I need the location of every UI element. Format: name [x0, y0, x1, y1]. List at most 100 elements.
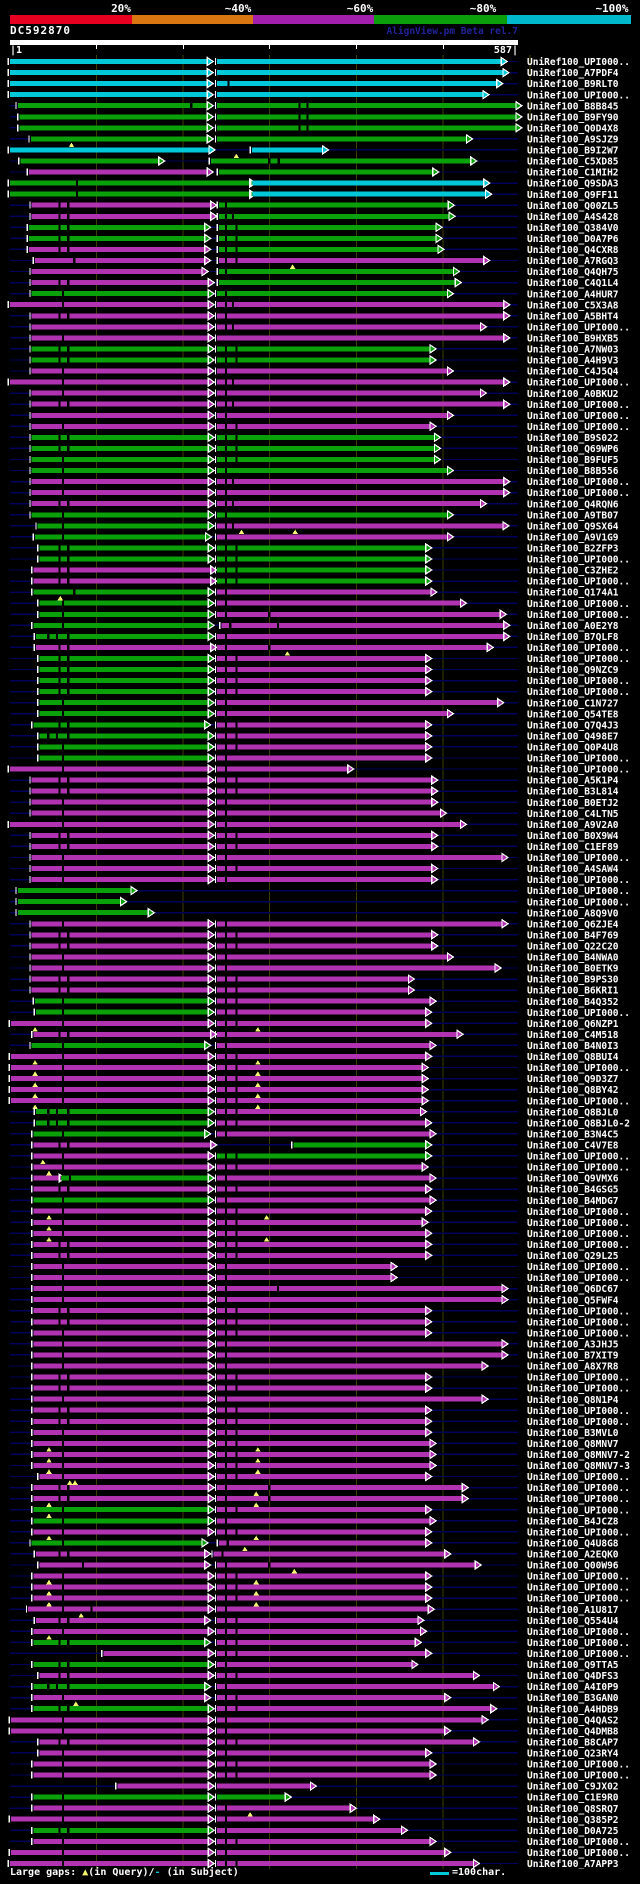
hit-row[interactable]: UniRef100_UPI000.. [10, 885, 630, 897]
hit-label[interactable]: UniRef100_UPI000.. [527, 322, 630, 333]
hit-row[interactable]: UniRef100_UPI000.. [10, 1637, 630, 1649]
alignment-segment[interactable] [10, 1861, 208, 1866]
hit-label[interactable]: UniRef100_Q4QAS2 [527, 1715, 619, 1726]
alignment-segment[interactable] [10, 81, 207, 87]
alignment-segment[interactable] [17, 888, 131, 894]
alignment-segment[interactable] [33, 1805, 208, 1811]
alignment-segment[interactable] [39, 656, 208, 661]
hit-label[interactable]: UniRef100_B9HXB5 [527, 334, 619, 345]
hit-row[interactable]: UniRef100_Q54TE8 [10, 708, 619, 720]
hit-row[interactable]: UniRef100_UPI000.. [10, 1836, 630, 1848]
hit-row[interactable]: UniRef100_A4S428 [10, 211, 619, 223]
alignment-segment[interactable] [33, 1429, 208, 1435]
hit-label[interactable]: UniRef100_C5XD85 [527, 157, 619, 168]
alignment-segment[interactable] [217, 1308, 426, 1314]
hit-label[interactable]: UniRef100_Q69WP6 [527, 444, 619, 455]
alignment-segment[interactable] [31, 799, 208, 805]
alignment-segment[interactable] [217, 656, 426, 661]
hit-label[interactable]: UniRef100_UPI000.. [527, 1417, 630, 1428]
alignment-segment[interactable] [217, 291, 447, 297]
alignment-segment[interactable] [217, 1297, 502, 1303]
hit-row[interactable]: UniRef100_Q9FF11 [7, 189, 619, 201]
alignment-segment[interactable] [31, 965, 208, 971]
alignment-segment[interactable] [217, 103, 516, 109]
alignment-segment[interactable] [217, 744, 426, 750]
alignment-segment[interactable] [217, 799, 432, 805]
hit-row[interactable]: UniRef100_Q9SDA3 [7, 177, 619, 190]
alignment-segment[interactable] [36, 1109, 208, 1115]
alignment-segment[interactable] [217, 832, 432, 838]
alignment-segment[interactable] [217, 700, 498, 706]
hit-label[interactable]: UniRef100_UPI000.. [527, 477, 630, 488]
alignment-segment[interactable] [217, 534, 447, 540]
alignment-segment[interactable] [217, 1861, 473, 1866]
alignment-segment[interactable] [217, 1695, 445, 1701]
alignment-segment[interactable] [31, 368, 208, 374]
alignment-segment[interactable] [36, 1551, 205, 1557]
hit-label[interactable]: UniRef100_UPI000.. [527, 1771, 630, 1782]
hit-label[interactable]: UniRef100_C1N727 [527, 698, 619, 709]
alignment-segment[interactable] [217, 1728, 445, 1734]
hit-label[interactable]: UniRef100_A7PDF4 [527, 68, 619, 79]
alignment-segment[interactable] [217, 1684, 493, 1690]
alignment-segment[interactable] [29, 224, 205, 230]
hit-label[interactable]: UniRef100_B0ETK9 [527, 964, 619, 975]
hit-row[interactable]: UniRef100_A8X7R8 [10, 1360, 619, 1373]
alignment-segment[interactable] [217, 1275, 391, 1280]
hit-label[interactable]: UniRef100_UPI000.. [527, 422, 630, 433]
alignment-segment[interactable] [217, 136, 466, 142]
hit-row[interactable]: UniRef100_UPI000.. [10, 1272, 630, 1284]
alignment-segment[interactable] [39, 700, 208, 706]
hit-label[interactable]: UniRef100_Q23RY4 [527, 1749, 619, 1760]
alignment-segment[interactable] [217, 733, 426, 739]
hit-row[interactable]: UniRef100_UPI000.. [7, 56, 630, 68]
hit-label[interactable]: UniRef100_Q9D3Z7 [527, 1074, 619, 1085]
alignment-segment[interactable] [33, 1794, 208, 1800]
hit-row[interactable]: UniRef100_Q385P2 [8, 1814, 619, 1826]
alignment-segment[interactable] [217, 545, 426, 551]
alignment-segment[interactable] [103, 1650, 208, 1656]
alignment-segment[interactable] [251, 147, 323, 153]
alignment-segment[interactable] [217, 855, 502, 860]
alignment-segment[interactable] [217, 468, 447, 473]
hit-label[interactable]: UniRef100_Q8MNV7-2 [527, 1450, 630, 1461]
hit-label[interactable]: UniRef100_C9JX02 [527, 1782, 619, 1793]
alignment-segment[interactable] [10, 1728, 208, 1734]
alignment-segment[interactable] [10, 92, 207, 98]
alignment-segment[interactable] [10, 59, 207, 64]
alignment-segment[interactable] [217, 1717, 482, 1723]
alignment-segment[interactable] [217, 1363, 482, 1369]
hit-label[interactable]: UniRef100_C4M518 [527, 1030, 619, 1041]
alignment-segment[interactable] [217, 1827, 401, 1833]
hit-label[interactable]: UniRef100_UPI000.. [527, 1760, 630, 1771]
alignment-segment[interactable] [36, 1617, 205, 1623]
hit-label[interactable]: UniRef100_B8B556 [527, 466, 619, 477]
hit-label[interactable]: UniRef100_UPI000.. [527, 1207, 630, 1218]
hit-row[interactable]: UniRef100_C9JX02 [10, 1780, 619, 1793]
hit-row[interactable]: UniRef100_C1N727 [10, 697, 619, 709]
hit-row[interactable]: UniRef100_UPI000.. [10, 487, 630, 499]
alignment-segment[interactable] [39, 755, 208, 761]
alignment-segment[interactable] [217, 357, 430, 363]
alignment-segment[interactable] [217, 1407, 426, 1413]
hit-label[interactable]: UniRef100_Q4U8G8 [527, 1539, 619, 1550]
alignment-segment[interactable] [218, 202, 448, 208]
hit-label[interactable]: UniRef100_A0E2Y8 [527, 621, 619, 632]
hit-row[interactable]: UniRef100_A9V1G9 [10, 531, 619, 544]
hit-row[interactable]: UniRef100_C1E9R0 [10, 1791, 619, 1804]
hit-label[interactable]: UniRef100_B4GSG5 [527, 1185, 619, 1196]
hit-label[interactable]: UniRef100_B9FUF5 [527, 455, 619, 466]
alignment-segment[interactable] [218, 169, 433, 175]
hit-row[interactable]: UniRef100_A0BKU2 [10, 387, 619, 400]
hit-label[interactable]: UniRef100_B7XIT9 [527, 1351, 619, 1362]
hit-label[interactable]: UniRef100_Q4RQN6 [527, 499, 619, 510]
alignment-segment[interactable] [39, 545, 208, 551]
alignment-segment[interactable] [217, 379, 504, 385]
alignment-segment[interactable] [217, 1109, 421, 1115]
alignment-segment[interactable] [217, 1009, 426, 1015]
alignment-segment[interactable] [33, 1451, 208, 1457]
hit-label[interactable]: UniRef100_Q8BUI4 [527, 1052, 619, 1063]
hit-label[interactable]: UniRef100_A4H9V3 [527, 356, 619, 367]
alignment-segment[interactable] [33, 1584, 208, 1590]
hit-label[interactable]: UniRef100_UPI000.. [527, 57, 630, 68]
